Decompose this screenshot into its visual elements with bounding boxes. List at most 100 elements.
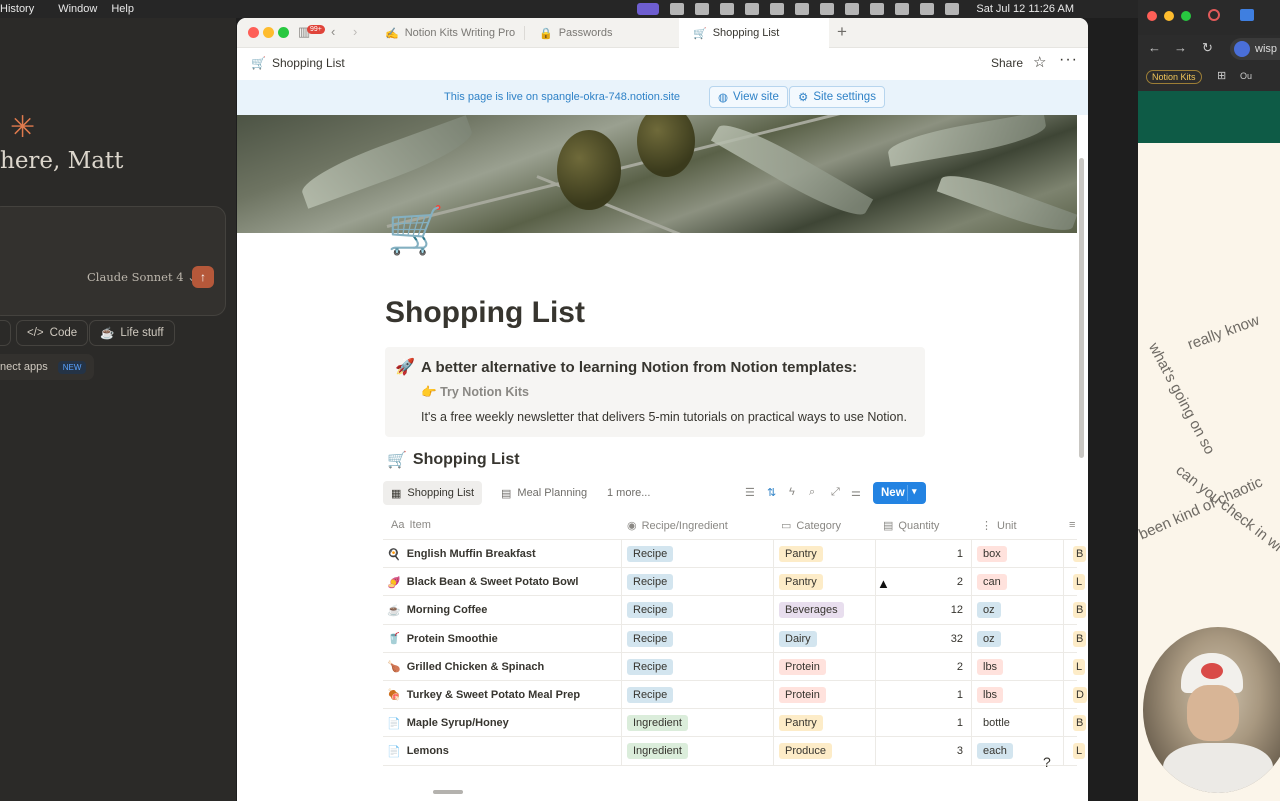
column-header-item[interactable]: Aa Item	[391, 519, 431, 531]
menu-window[interactable]: Window	[58, 3, 107, 15]
tab-notion-kits-writing[interactable]: ✍ Notion Kits Writing Pro	[371, 18, 525, 48]
outlook-icon[interactable]	[1240, 9, 1254, 21]
siri-icon[interactable]	[945, 3, 960, 15]
view-tab-meal-planning[interactable]: ▤ Meal Planning	[493, 481, 595, 505]
send-button[interactable]: ↑	[192, 266, 214, 288]
bookmark-notion-kits[interactable]: Notion Kits	[1146, 70, 1202, 84]
row-extra-cell[interactable]: B	[1069, 540, 1088, 568]
filter-icon[interactable]: ☰	[745, 486, 755, 499]
row-item-cell[interactable]: 🥤 Protein Smoothie	[387, 625, 498, 653]
tab-shopping-list[interactable]: 🛒 Shopping List	[679, 18, 829, 48]
menu-history[interactable]: History	[0, 3, 44, 15]
more-options-icon[interactable]: ···	[1059, 51, 1078, 69]
database-title[interactable]: 🛒 Shopping List	[387, 450, 520, 470]
table-row[interactable]: 📄 Maple Syrup/Honey Ingredient Pantry 1 bottl…	[383, 709, 1087, 738]
row-quantity[interactable]: 3	[883, 737, 963, 765]
row-category-cell[interactable]: Protein	[779, 681, 826, 709]
row-category-cell[interactable]: Beverages	[779, 596, 844, 624]
table-row[interactable]: ☕ Morning Coffee Recipe Beverages 12 oz B	[383, 596, 1087, 625]
row-item-cell[interactable]: 📄 Lemons	[387, 737, 449, 765]
row-unit-cell[interactable]: lbs	[977, 681, 1004, 709]
new-tab-button[interactable]: +	[837, 22, 847, 42]
row-type-cell[interactable]: Recipe	[627, 540, 674, 568]
row-category-cell[interactable]: Pantry	[779, 709, 823, 737]
table-row[interactable]: 🍗 Grilled Chicken & Spinach Recipe Protein 2…	[383, 652, 1086, 681]
back-arrow-icon[interactable]: ←	[1148, 40, 1161, 55]
chip-partial[interactable]	[0, 320, 11, 346]
share-button[interactable]: Share	[991, 56, 1023, 70]
row-category-cell[interactable]: Dairy	[779, 625, 817, 653]
column-header-more[interactable]: ≡	[1069, 519, 1075, 531]
horizontal-scrollbar[interactable]	[433, 790, 463, 794]
table-row[interactable]: 🥤 Protein Smoothie Recipe Dairy 32 oz B	[383, 624, 1087, 653]
row-type-cell[interactable]: Recipe	[627, 653, 674, 681]
callout-block[interactable]: 🚀 A better alternative to learning Notio…	[385, 347, 925, 437]
table-row[interactable]: 🍠 Black Bean & Sweet Potato Bowl Recipe Pan…	[383, 568, 1086, 597]
page-title[interactable]: Shopping List	[385, 296, 585, 330]
row-unit-cell[interactable]: bottle	[977, 709, 1016, 737]
battery-icon[interactable]	[845, 3, 860, 15]
row-type-cell[interactable]: Ingredient	[627, 737, 688, 765]
maximize-window-button[interactable]	[1181, 11, 1191, 21]
page-cover-image[interactable]	[237, 115, 1077, 233]
column-header-quantity[interactable]: ▤ Quantity	[883, 519, 939, 533]
row-item-cell[interactable]: 🍖 Turkey & Sweet Potato Meal Prep	[387, 681, 580, 709]
row-unit-cell[interactable]: can	[977, 568, 1007, 596]
row-category-cell[interactable]: Produce	[779, 737, 832, 765]
stats-icon[interactable]	[670, 3, 685, 15]
maximize-window-button[interactable]	[278, 27, 289, 38]
bluetooth-icon[interactable]	[820, 3, 835, 15]
search-icon[interactable]: ⌕	[809, 486, 815, 499]
table-row[interactable]: 🍳 English Muffin Breakfast Recipe Pantry 1 bo…	[383, 540, 1087, 569]
column-header-unit[interactable]: ⋮ Unit	[981, 519, 1017, 533]
minimize-window-button[interactable]	[1164, 11, 1174, 21]
row-extra-cell[interactable]: L	[1069, 737, 1088, 765]
chevron-down-icon[interactable]: ▾	[912, 486, 917, 497]
reload-icon[interactable]: ↻	[1202, 40, 1213, 56]
view-site-button[interactable]: ◍ View site	[709, 86, 788, 108]
back-arrow-icon[interactable]: ‹	[331, 24, 335, 39]
search-icon[interactable]	[895, 3, 910, 15]
row-unit-cell[interactable]: lbs	[977, 653, 1004, 681]
row-extra-cell[interactable]: B	[1069, 625, 1088, 653]
row-category-cell[interactable]: Pantry	[779, 540, 823, 568]
tab-passwords[interactable]: 🔒 Passwords	[525, 18, 677, 48]
control-center-icon[interactable]	[920, 3, 935, 15]
row-item-cell[interactable]: 🍳 English Muffin Breakfast	[387, 540, 536, 568]
dropbox-icon[interactable]	[770, 3, 785, 15]
notion-icon[interactable]	[720, 3, 735, 15]
menu-help[interactable]: Help	[111, 3, 144, 15]
chip-life-stuff[interactable]: ☕ Life stuff	[89, 320, 175, 346]
row-unit-cell[interactable]: oz	[977, 596, 1001, 624]
chip-code[interactable]: </> Code	[16, 320, 89, 346]
bookmark-outlook[interactable]: Ou	[1240, 71, 1252, 81]
row-item-cell[interactable]: 🍗 Grilled Chicken & Spinach	[387, 653, 544, 681]
row-category-cell[interactable]: Pantry	[779, 568, 823, 596]
claude-icon[interactable]	[695, 3, 710, 15]
address-bar[interactable]: wisp	[1230, 38, 1280, 60]
row-type-cell[interactable]: Recipe	[627, 625, 674, 653]
close-window-button[interactable]	[1147, 11, 1157, 21]
page-icon-cart[interactable]: 🛒	[387, 203, 444, 258]
row-item-cell[interactable]: 📄 Maple Syrup/Honey	[387, 709, 509, 737]
row-type-cell[interactable]: Ingredient	[627, 709, 688, 737]
vertical-scrollbar[interactable]	[1079, 158, 1084, 458]
row-quantity[interactable]: 32	[883, 625, 963, 653]
model-selector[interactable]: Claude Sonnet 4 ⌄	[87, 270, 197, 284]
minimize-window-button[interactable]	[263, 27, 274, 38]
row-quantity[interactable]: 12	[883, 596, 963, 624]
row-quantity[interactable]: 2	[883, 568, 963, 596]
row-extra-cell[interactable]: D	[1069, 681, 1088, 709]
menu-bar-clock[interactable]: Sat Jul 12 11:26 AM	[976, 3, 1074, 15]
row-quantity[interactable]: 1	[883, 681, 963, 709]
app-icon[interactable]	[795, 3, 810, 15]
record-icon[interactable]	[1208, 9, 1220, 21]
view-tab-more[interactable]: 1 more...	[599, 481, 658, 505]
view-tab-shopping-list[interactable]: ▦ Shopping List	[383, 481, 483, 505]
row-type-cell[interactable]: Recipe	[627, 596, 674, 624]
row-item-cell[interactable]: 🍠 Black Bean & Sweet Potato Bowl	[387, 568, 578, 596]
row-extra-cell[interactable]: B	[1069, 596, 1088, 624]
try-notion-kits-link[interactable]: 👉 Try Notion Kits	[421, 385, 529, 400]
wifi-icon[interactable]	[870, 3, 885, 15]
row-unit-cell[interactable]: box	[977, 540, 1007, 568]
